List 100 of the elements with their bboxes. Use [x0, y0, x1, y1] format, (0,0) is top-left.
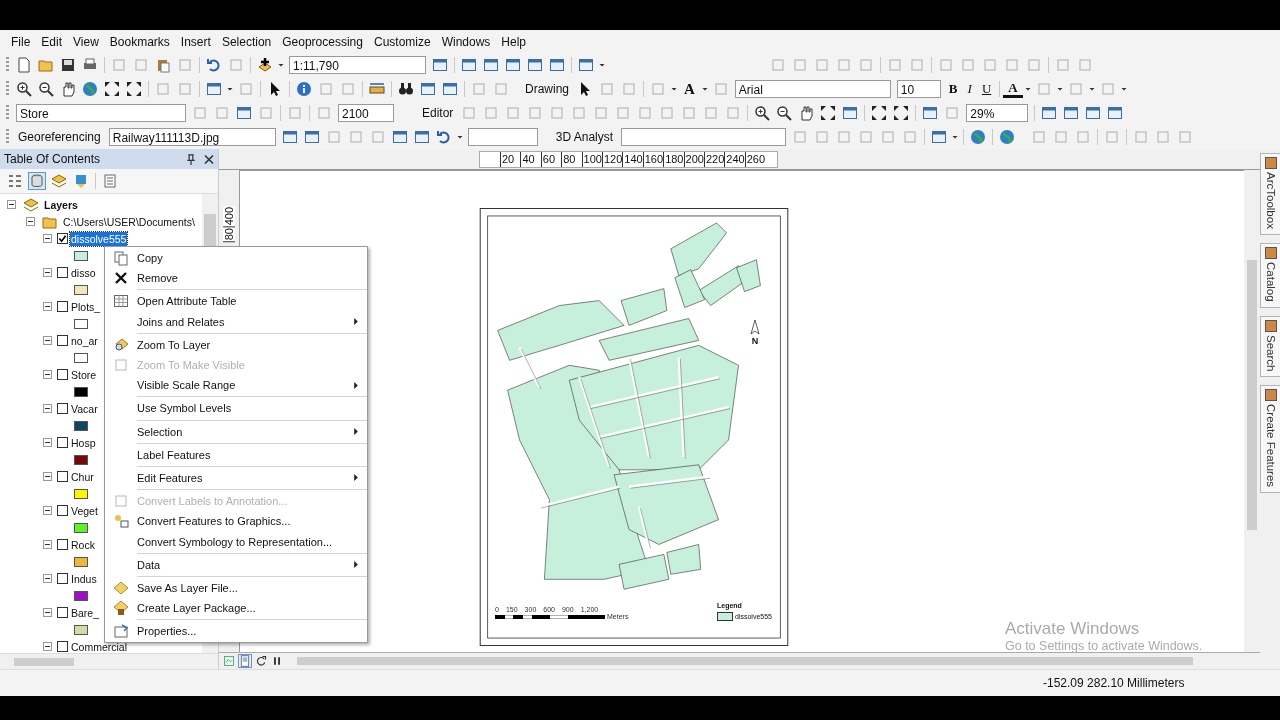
window-icon[interactable]	[922, 105, 939, 121]
menu-item[interactable]: Joins and Relates	[105, 311, 367, 332]
dropdown-field[interactable]: Railway111113D.jpg	[108, 128, 276, 146]
zoom-out-icon[interactable]	[776, 105, 793, 121]
checkbox[interactable]	[57, 233, 68, 244]
window-icon[interactable]	[303, 129, 320, 145]
menu-item[interactable]: View	[68, 32, 104, 51]
window-icon[interactable]	[505, 57, 521, 73]
window-icon[interactable]	[442, 81, 458, 97]
undo-icon[interactable]	[206, 57, 222, 73]
menu-item[interactable]: Insert	[175, 32, 216, 51]
toolbar-menu[interactable]: Editor	[417, 106, 459, 120]
dock-tab[interactable]: ArcToolbox	[1260, 153, 1280, 235]
full-extent-icon[interactable]	[126, 81, 142, 97]
collapse-toggle[interactable]	[43, 472, 52, 481]
layer-name[interactable]: Plots_	[70, 299, 102, 314]
collapse-toggle[interactable]	[43, 608, 52, 617]
window-icon[interactable]	[236, 105, 252, 121]
checkbox[interactable]	[57, 301, 68, 312]
toolbar-grip-icon[interactable]	[6, 81, 9, 97]
toolbar-grip-icon[interactable]	[6, 57, 9, 73]
toolbar-menu[interactable]: Georeferencing	[13, 130, 106, 144]
dock-tab[interactable]: Create Features	[1260, 384, 1280, 494]
dropdown-field[interactable]: 29%	[966, 104, 1029, 122]
window-icon[interactable]	[413, 129, 430, 145]
collapse-toggle[interactable]	[43, 438, 52, 447]
symbol-swatch[interactable]	[74, 624, 88, 635]
close-icon[interactable]	[204, 153, 214, 165]
toolbar-menu[interactable]: 3D Analyst	[550, 130, 619, 144]
collapse-toggle[interactable]	[7, 200, 16, 209]
format-button[interactable]: I	[962, 81, 977, 97]
symbol-swatch[interactable]	[74, 522, 88, 533]
layer-name[interactable]: Commercial	[70, 639, 128, 653]
ruler-icon[interactable]	[369, 81, 385, 97]
tree-item[interactable]: C:\Users\USER\Documents\	[62, 214, 196, 229]
toolbar-grip-icon[interactable]	[6, 105, 9, 121]
symbol-swatch[interactable]	[74, 488, 88, 499]
menu-item[interactable]: Visible Scale Range	[105, 375, 367, 396]
pin-icon[interactable]	[186, 153, 196, 165]
symbol-swatch[interactable]	[74, 590, 88, 601]
menu-item[interactable]: File	[6, 32, 36, 51]
layer-name[interactable]: no_ar	[70, 333, 99, 348]
layer-name[interactable]: Rock	[70, 537, 96, 552]
collapse-toggle[interactable]	[43, 642, 52, 651]
symbol-swatch[interactable]	[74, 454, 88, 465]
tree-item[interactable]: Layers	[43, 197, 79, 212]
refresh-icon[interactable]	[255, 655, 267, 667]
window-icon[interactable]	[1041, 105, 1058, 121]
data-view-icon[interactable]	[223, 655, 235, 667]
window-icon[interactable]	[1107, 105, 1124, 121]
info-icon[interactable]	[296, 81, 312, 97]
window-icon[interactable]	[391, 129, 408, 145]
menu-item[interactable]: Customize	[368, 32, 436, 51]
add-data-icon[interactable]	[257, 57, 273, 73]
menu-item[interactable]: Edit	[36, 32, 68, 51]
paste-icon[interactable]	[155, 57, 171, 73]
menu-item[interactable]: Convert Symbology to Representation...	[105, 531, 367, 552]
checkbox[interactable]	[57, 267, 68, 278]
layer-name[interactable]: Store	[70, 367, 98, 382]
collapse-toggle[interactable]	[43, 234, 52, 243]
window-icon[interactable]	[420, 81, 436, 97]
layer-name[interactable]: Vacar	[70, 401, 99, 416]
full-extent-icon[interactable]	[893, 105, 910, 121]
zoom-in-icon[interactable]	[754, 105, 771, 121]
symbol-swatch[interactable]	[74, 556, 88, 567]
globe-icon[interactable]	[999, 129, 1016, 145]
collapse-toggle[interactable]	[43, 370, 52, 379]
dropdown-field[interactable]: 2100	[338, 104, 394, 122]
toolbar-menu[interactable]: Drawing	[520, 82, 574, 96]
symbol-swatch[interactable]	[74, 386, 88, 397]
toolbar-grip-icon[interactable]	[6, 129, 9, 145]
dropdown-field[interactable]: Arial	[734, 80, 891, 98]
globe-icon[interactable]	[82, 81, 98, 97]
menu-item[interactable]: Selection	[216, 32, 277, 51]
dock-tab[interactable]: Search	[1260, 315, 1280, 377]
layer-name[interactable]: Chur	[70, 469, 95, 484]
list-icon[interactable]	[7, 173, 23, 189]
format-button[interactable]: B	[943, 81, 963, 97]
window-icon[interactable]	[206, 81, 222, 97]
checkbox[interactable]	[57, 403, 68, 414]
collapse-toggle[interactable]	[43, 302, 52, 311]
globe-icon[interactable]	[970, 129, 987, 145]
format-button[interactable]: A	[1003, 80, 1023, 98]
layer-name[interactable]: Bare_	[70, 605, 101, 620]
window-icon[interactable]	[549, 57, 565, 73]
binoculars-icon[interactable]	[398, 81, 414, 97]
collapse-toggle[interactable]	[43, 574, 52, 583]
symbol-swatch[interactable]	[74, 352, 88, 363]
menu-item[interactable]: Copy	[105, 248, 367, 269]
window-icon[interactable]	[432, 57, 448, 73]
input-field[interactable]	[467, 128, 538, 146]
checkbox[interactable]	[57, 539, 68, 550]
menu-item[interactable]: Remove	[105, 268, 367, 289]
layer-name[interactable]: disso	[70, 265, 97, 280]
new-document-icon[interactable]	[16, 57, 32, 73]
open-folder-icon[interactable]	[38, 57, 54, 73]
layer-name[interactable]: dissolve555	[70, 231, 128, 246]
layer-name[interactable]: Indus	[70, 571, 98, 586]
checkbox[interactable]	[57, 573, 68, 584]
window-icon[interactable]	[1085, 105, 1102, 121]
